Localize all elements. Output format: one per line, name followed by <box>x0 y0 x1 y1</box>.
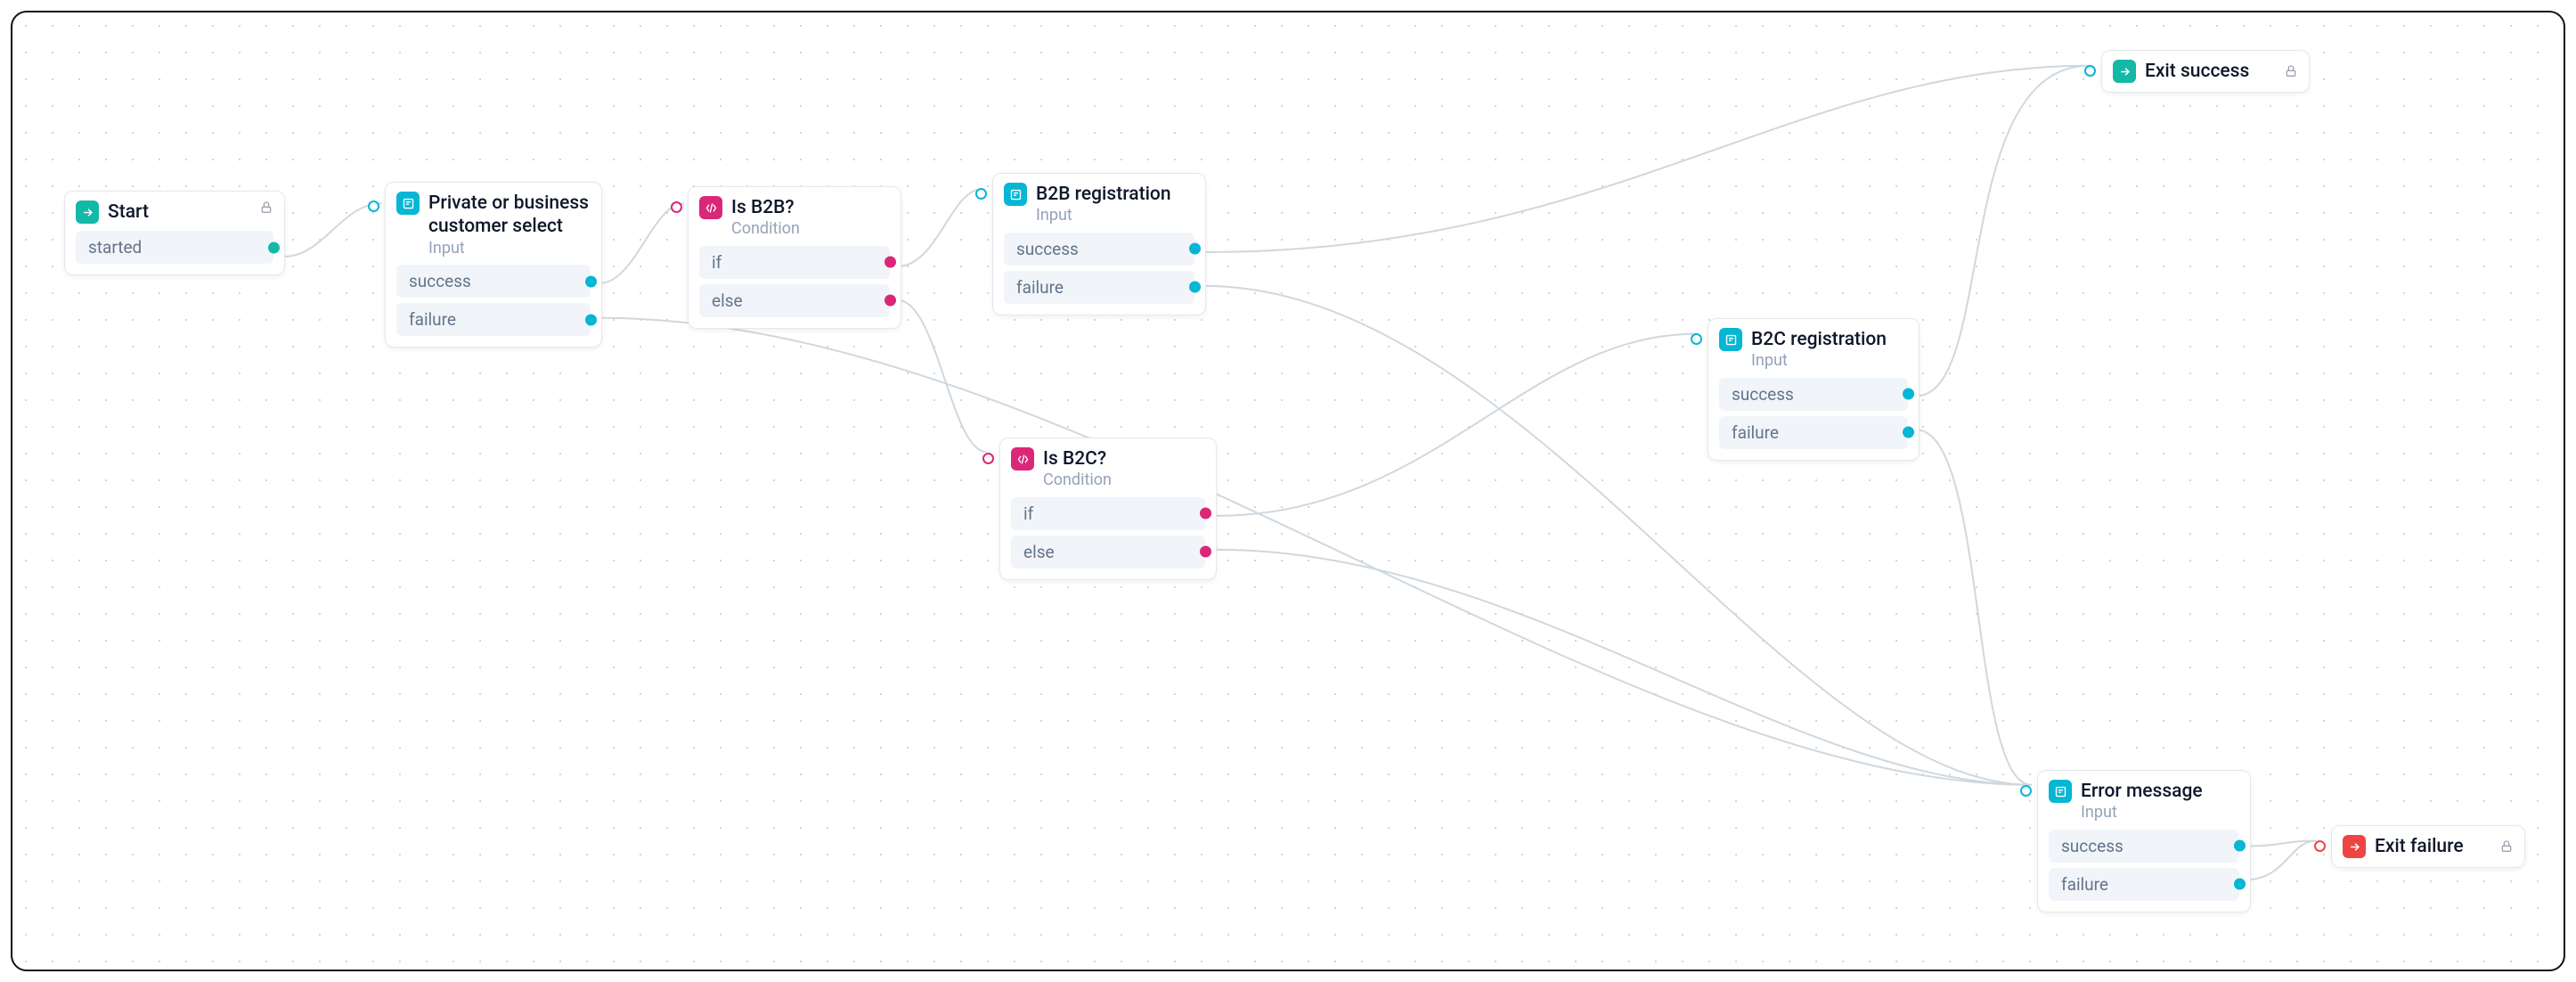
node-b2c-registration[interactable]: B2C registration Input success failure <box>1708 318 1920 461</box>
node-subtitle: Condition <box>731 219 800 239</box>
node-subtitle: Input <box>428 239 591 258</box>
output-label: success <box>1732 384 1794 405</box>
port-in[interactable] <box>975 188 987 200</box>
condition-icon <box>699 196 722 219</box>
node-subtitle: Input <box>1751 351 1887 371</box>
port-out[interactable] <box>884 257 896 268</box>
port-out[interactable] <box>1200 508 1211 520</box>
node-subtitle: Condition <box>1043 471 1112 490</box>
lock-icon <box>259 200 273 215</box>
node-exit-failure[interactable]: Exit failure <box>2331 825 2525 868</box>
port-out[interactable] <box>884 295 896 307</box>
node-title: B2C registration <box>1751 328 1887 351</box>
node-title: Exit success <box>2145 60 2249 83</box>
lock-icon <box>2284 64 2298 78</box>
node-is-b2b[interactable]: Is B2B? Condition if else <box>688 186 901 329</box>
node-b2b-registration[interactable]: B2B registration Input success failure <box>992 173 1206 315</box>
output-label: failure <box>1016 277 1064 298</box>
output-failure[interactable]: failure <box>1719 416 1908 449</box>
flow-canvas[interactable]: Start started Private or business custom… <box>11 11 2565 971</box>
node-subtitle: Input <box>2081 803 2203 822</box>
port-in[interactable] <box>2314 840 2326 852</box>
output-if[interactable]: if <box>1011 497 1205 530</box>
node-title: Error message <box>2081 780 2203 803</box>
output-started[interactable]: started <box>76 231 273 264</box>
lock-icon <box>2499 839 2514 854</box>
port-out[interactable] <box>1903 389 1914 400</box>
node-title: Private or business customer select <box>428 192 591 239</box>
form-icon <box>1004 183 1027 206</box>
port-in[interactable] <box>368 200 379 212</box>
condition-icon <box>1011 447 1034 471</box>
node-customer-select[interactable]: Private or business customer select Inpu… <box>385 182 602 348</box>
node-subtitle: Input <box>1036 206 1171 225</box>
node-is-b2c[interactable]: Is B2C? Condition if else <box>999 438 1217 580</box>
output-label: failure <box>2061 874 2108 895</box>
output-label: failure <box>1732 422 1779 443</box>
port-out[interactable] <box>1189 243 1201 255</box>
port-out[interactable] <box>1189 282 1201 293</box>
output-if[interactable]: if <box>699 246 890 279</box>
form-icon <box>1719 328 1742 351</box>
output-success[interactable]: success <box>1719 378 1908 411</box>
output-label: started <box>88 237 142 258</box>
port-in[interactable] <box>982 453 994 464</box>
output-failure[interactable]: failure <box>1004 271 1194 304</box>
output-label: if <box>1023 503 1033 524</box>
node-title: Exit failure <box>2375 835 2464 858</box>
start-icon <box>76 200 99 224</box>
output-label: success <box>2061 836 2124 856</box>
port-out[interactable] <box>2234 840 2246 852</box>
output-failure[interactable]: failure <box>2049 868 2239 901</box>
port-in[interactable] <box>2084 65 2096 77</box>
port-out[interactable] <box>585 314 597 325</box>
port-out[interactable] <box>1200 546 1211 558</box>
port-out[interactable] <box>268 241 280 253</box>
node-error-message[interactable]: Error message Input success failure <box>2037 770 2251 912</box>
node-title: B2B registration <box>1036 183 1171 206</box>
output-success[interactable]: success <box>396 265 591 298</box>
form-icon <box>396 192 420 215</box>
output-else[interactable]: else <box>1011 536 1205 569</box>
output-failure[interactable]: failure <box>396 303 591 336</box>
port-out[interactable] <box>2234 879 2246 890</box>
node-title: Is B2C? <box>1043 447 1112 471</box>
exit-icon <box>2343 835 2366 858</box>
output-label: success <box>409 271 471 291</box>
form-icon <box>2049 780 2072 803</box>
port-in[interactable] <box>2020 785 2032 797</box>
node-exit-success[interactable]: Exit success <box>2101 50 2310 93</box>
output-label: else <box>712 291 743 311</box>
output-success[interactable]: success <box>2049 830 2239 863</box>
output-else[interactable]: else <box>699 284 890 317</box>
output-success[interactable]: success <box>1004 233 1194 266</box>
node-title: Start <box>108 200 149 224</box>
port-in[interactable] <box>671 201 682 213</box>
port-out[interactable] <box>1903 427 1914 438</box>
output-label: failure <box>409 309 456 330</box>
port-out[interactable] <box>585 275 597 287</box>
node-start[interactable]: Start started <box>64 191 285 275</box>
node-title: Is B2B? <box>731 196 800 219</box>
output-label: else <box>1023 542 1055 562</box>
exit-icon <box>2113 60 2136 83</box>
output-label: success <box>1016 239 1079 259</box>
port-in[interactable] <box>1691 333 1702 345</box>
output-label: if <box>712 252 721 273</box>
